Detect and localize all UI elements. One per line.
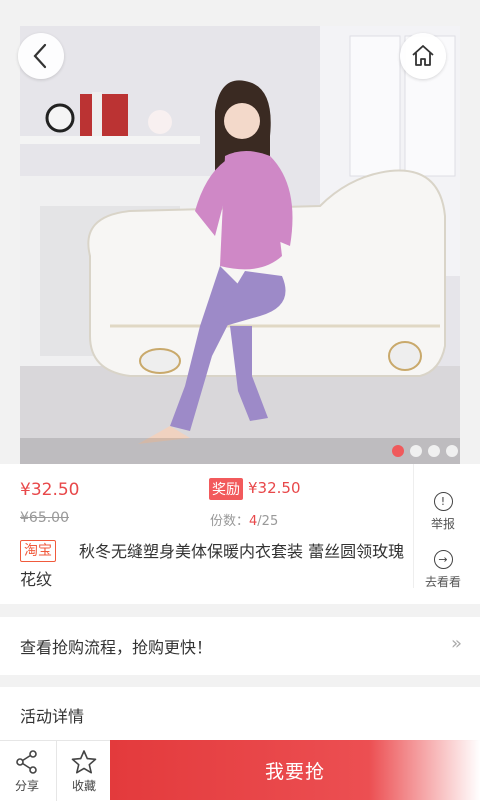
share-button[interactable]: 分享 [0, 741, 54, 801]
shares-count: 份数：4/25 [210, 510, 278, 529]
share-icon [16, 750, 37, 774]
activity-details-section: 活动详情 [0, 687, 480, 747]
report-button[interactable]: ! 举报 [416, 492, 470, 532]
platform-tag: 淘宝 [20, 540, 56, 562]
report-label: 举报 [430, 517, 455, 531]
original-price: ¥65.00 [20, 510, 69, 526]
home-button[interactable] [400, 33, 446, 79]
divider [413, 464, 414, 588]
favorite-label: 收藏 [71, 779, 96, 793]
home-icon [412, 45, 434, 66]
product-info-card: ¥32.50 ¥65.00 奖励 ¥32.50 份数：4/25 ! 举报 → 去… [0, 464, 480, 604]
product-photo [20, 26, 460, 464]
current-price: ¥32.50 [20, 480, 80, 500]
shares-total: /25 [257, 514, 279, 529]
purchase-flow-label: 查看抢购流程，抢购更快！ [20, 638, 213, 657]
double-chevron-right-icon: » [450, 633, 462, 654]
star-icon [71, 750, 97, 774]
share-label: 分享 [14, 779, 39, 793]
product-image[interactable] [20, 26, 460, 464]
gallery-dot[interactable] [410, 445, 422, 457]
go-see-button[interactable]: → 去看看 [416, 550, 470, 590]
activity-details-heading: 活动详情 [20, 707, 85, 726]
reward-price: ¥32.50 [248, 479, 301, 497]
arrow-right-icon: → [433, 550, 453, 569]
purchase-flow-row[interactable]: 查看抢购流程，抢购更快！ » [0, 617, 480, 675]
shares-label: 份数： [210, 514, 250, 529]
chevron-left-icon [33, 43, 47, 69]
product-title: 秋冬无缝塑身美体保暖内衣套装 蕾丝圆领玫瑰花纹 [20, 542, 405, 589]
exclamation-icon: ! [433, 492, 453, 511]
favorite-button[interactable]: 收藏 [56, 741, 111, 801]
back-button[interactable] [18, 33, 64, 79]
go-see-label: 去看看 [424, 575, 461, 589]
reward-badge: 奖励 [209, 478, 243, 500]
gallery-dot-active[interactable] [392, 445, 404, 457]
grab-button[interactable]: 我要抢 [110, 740, 480, 800]
gallery-dot[interactable] [428, 445, 440, 457]
gallery-dot[interactable] [446, 445, 458, 457]
